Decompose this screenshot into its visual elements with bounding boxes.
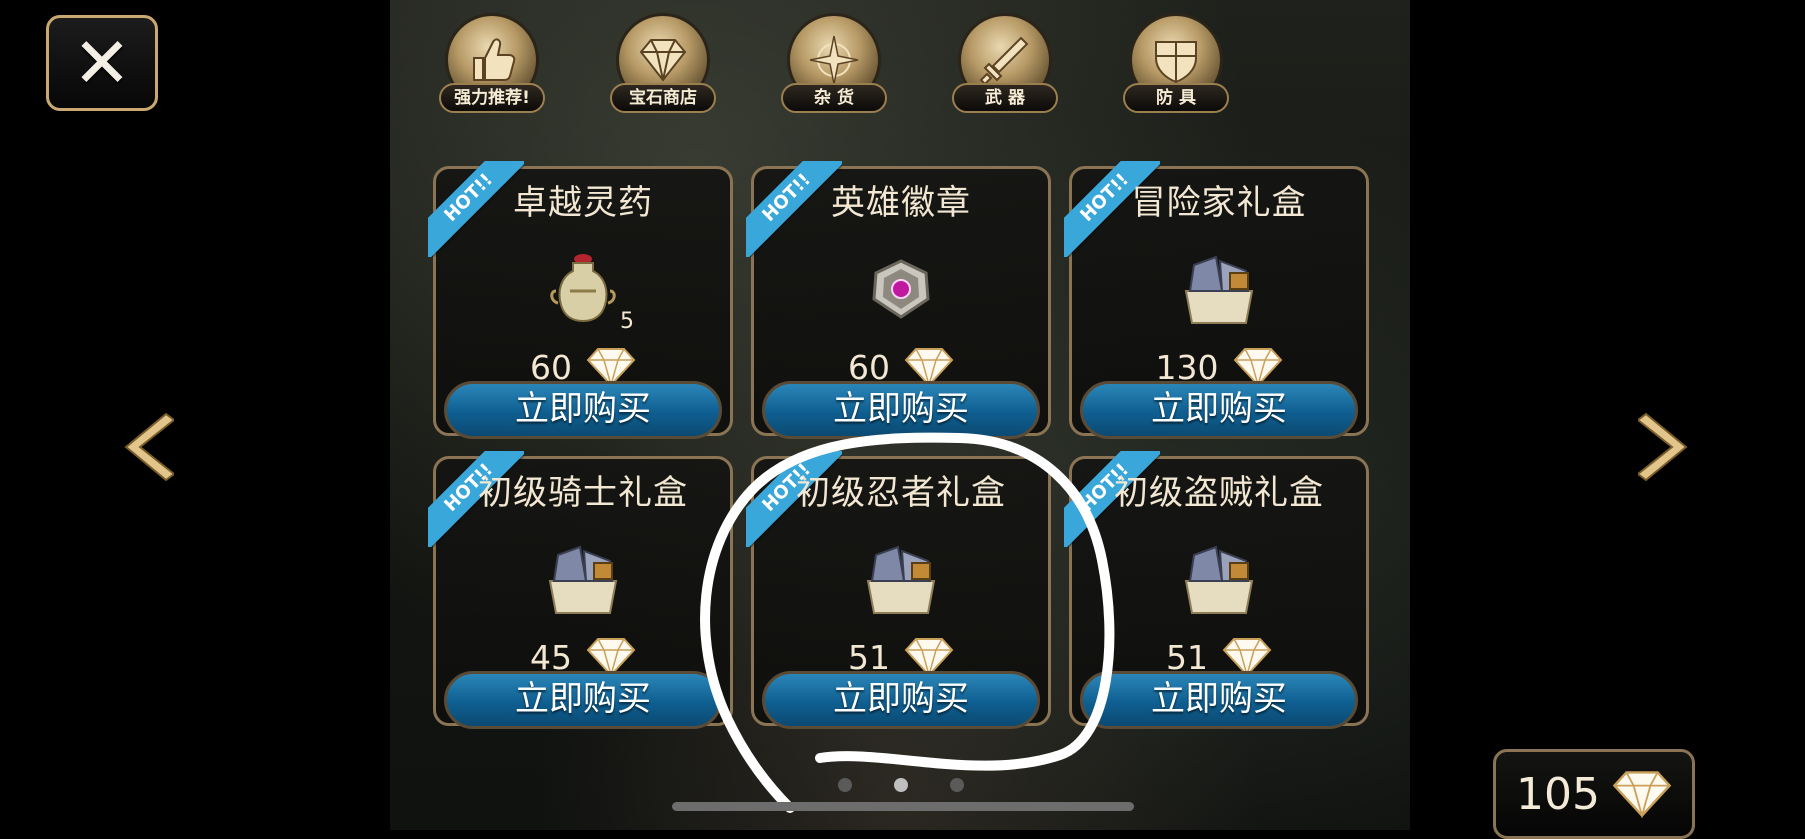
- shop-item-card: HOT!! 初级骑士礼盒 45 立即购买: [428, 451, 733, 729]
- gift-box-icon: [1184, 255, 1254, 324]
- item-name: 英雄徽章: [831, 183, 971, 223]
- item-name: 初级骑士礼盒: [478, 473, 688, 513]
- tab-general-goods[interactable]: 杂 货: [781, 13, 887, 119]
- chevron-right-icon: [1638, 412, 1688, 482]
- page-indicator: [838, 778, 964, 792]
- tab-armor[interactable]: 防 具: [1123, 13, 1229, 119]
- buy-now-button[interactable]: 立即购买: [444, 671, 722, 729]
- diamond-icon: [1612, 771, 1672, 818]
- home-indicator[interactable]: [672, 802, 1134, 811]
- compass-icon: [809, 35, 859, 85]
- tab-gem-shop[interactable]: 宝石商店: [610, 13, 716, 119]
- sword-icon: [979, 36, 1029, 86]
- shop-item-card: HOT!! 冒险家礼盒 130 立即购买: [1064, 161, 1369, 439]
- balance-amount: 105: [1516, 768, 1600, 820]
- buy-now-button[interactable]: 立即购买: [444, 381, 722, 439]
- shield-icon: [1155, 41, 1197, 84]
- shop-item-card: HOT!! 英雄徽章 60 立即购买: [746, 161, 1051, 439]
- diamond-balance: 105: [1493, 749, 1695, 839]
- tab-recommended[interactable]: 强力推荐!: [439, 13, 545, 119]
- item-name: 初级忍者礼盒: [796, 473, 1006, 513]
- page-dot[interactable]: [838, 778, 852, 792]
- hero-badge-icon: [872, 259, 930, 319]
- shop-item-card: HOT!! 卓越灵药 5 60 立即购买: [428, 161, 733, 439]
- buy-now-button[interactable]: 立即购买: [1080, 381, 1358, 439]
- page-dot[interactable]: [950, 778, 964, 792]
- tab-recommended-label: 强力推荐!: [439, 83, 545, 113]
- tab-general-goods-label: 杂 货: [781, 83, 887, 113]
- thumbs-up-icon: [473, 38, 516, 81]
- item-quantity: 5: [620, 309, 634, 334]
- close-button[interactable]: ✕: [46, 15, 158, 111]
- tab-weapons-label: 武 器: [952, 83, 1058, 113]
- prev-page-button[interactable]: [118, 402, 178, 492]
- buy-now-button[interactable]: 立即购买: [1080, 671, 1358, 729]
- item-name: 初级盗贼礼盒: [1114, 473, 1324, 513]
- item-name: 卓越灵药: [513, 183, 653, 223]
- buy-now-button[interactable]: 立即购买: [762, 671, 1040, 729]
- shop-item-card: HOT!! 初级盗贼礼盒 51 立即购买: [1064, 451, 1369, 729]
- next-page-button[interactable]: [1634, 402, 1694, 492]
- shop-item-card: HOT!! 初级忍者礼盒 51 立即购买: [746, 451, 1051, 729]
- tab-weapons[interactable]: 武 器: [952, 13, 1058, 119]
- elixir-jar-icon: [550, 254, 616, 323]
- gift-box-icon: [866, 545, 936, 614]
- gift-box-icon: [548, 545, 618, 614]
- close-icon: ✕: [72, 22, 132, 104]
- gem-icon: [639, 39, 687, 82]
- tab-armor-label: 防 具: [1123, 83, 1229, 113]
- chevron-left-icon: [124, 412, 174, 482]
- item-name: 冒险家礼盒: [1131, 183, 1307, 223]
- tab-gem-shop-label: 宝石商店: [610, 83, 716, 113]
- gift-box-icon: [1184, 545, 1254, 614]
- page-dot-active[interactable]: [894, 778, 908, 792]
- buy-now-button[interactable]: 立即购买: [762, 381, 1040, 439]
